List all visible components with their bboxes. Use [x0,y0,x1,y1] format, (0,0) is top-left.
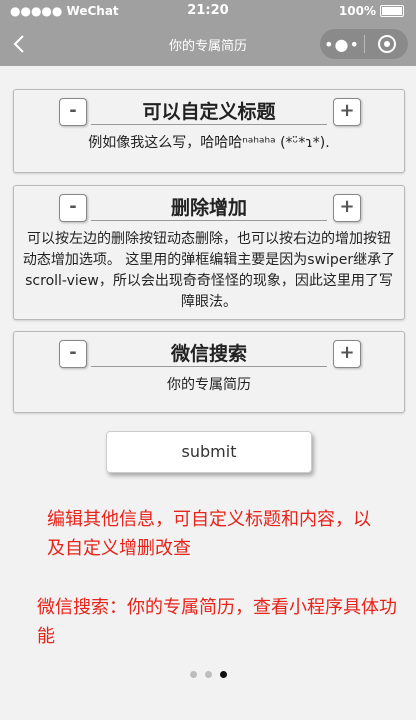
section-card-3: - 微信搜索 + 你的专属简历 [13,331,405,413]
nav-bar: 你的专属简历 •●• [0,22,416,66]
add-section-button[interactable]: + [333,194,361,222]
pager-dot[interactable] [204,671,212,678]
section-body[interactable]: 你的专属简历 [26,375,392,396]
delete-section-button[interactable]: - [59,98,87,126]
delete-section-button[interactable]: - [59,340,87,368]
pager-dot[interactable] [189,671,197,678]
menu-capsule: •●• [320,29,408,59]
section-body[interactable]: 例如像我这么写，哈哈哈ⁿᵃʰᵃʰᵃ (*ᵕ̈*ɿ*). [26,133,392,154]
delete-section-button[interactable]: - [59,194,87,222]
section-card-2: - 删除增加 + 可以按左边的删除按钮动态删除，也可以按右边的增加按钮动态增加选… [13,185,405,320]
pager-dots [0,671,416,678]
section-body[interactable]: 可以按左边的删除按钮动态删除，也可以按右边的增加按钮动态增加选项。 这里用的弹框… [22,229,396,313]
battery-percent: 100% [338,4,376,18]
target-icon [377,35,396,53]
section-title-input[interactable]: 删除增加 [91,196,327,221]
status-bar: ●●●●● WeChat 21:20 100% [0,0,416,22]
close-miniprogram-button[interactable] [365,34,408,54]
submit-button[interactable]: submit [106,431,312,473]
battery-status: 100% [339,4,404,18]
section-card-1: - 可以自定义标题 + 例如像我这么写，哈哈哈ⁿᵃʰᵃʰᵃ (*ᵕ̈*ɿ*). [13,89,405,173]
edit-hint-text: 编辑其他信息，可自定义标题和内容，以及自定义增删改查 [47,509,371,559]
more-options-icon[interactable]: •●• [320,35,364,54]
battery-icon [380,5,404,17]
add-section-button[interactable]: + [333,340,361,368]
search-hint-text: 微信搜索：你的专属简历，查看小程序具体功能 [37,597,397,647]
pager-dot-active[interactable] [219,671,227,678]
section-title-input[interactable]: 可以自定义标题 [91,100,327,125]
add-section-button[interactable]: + [333,98,361,126]
section-title-input[interactable]: 微信搜索 [91,342,327,367]
